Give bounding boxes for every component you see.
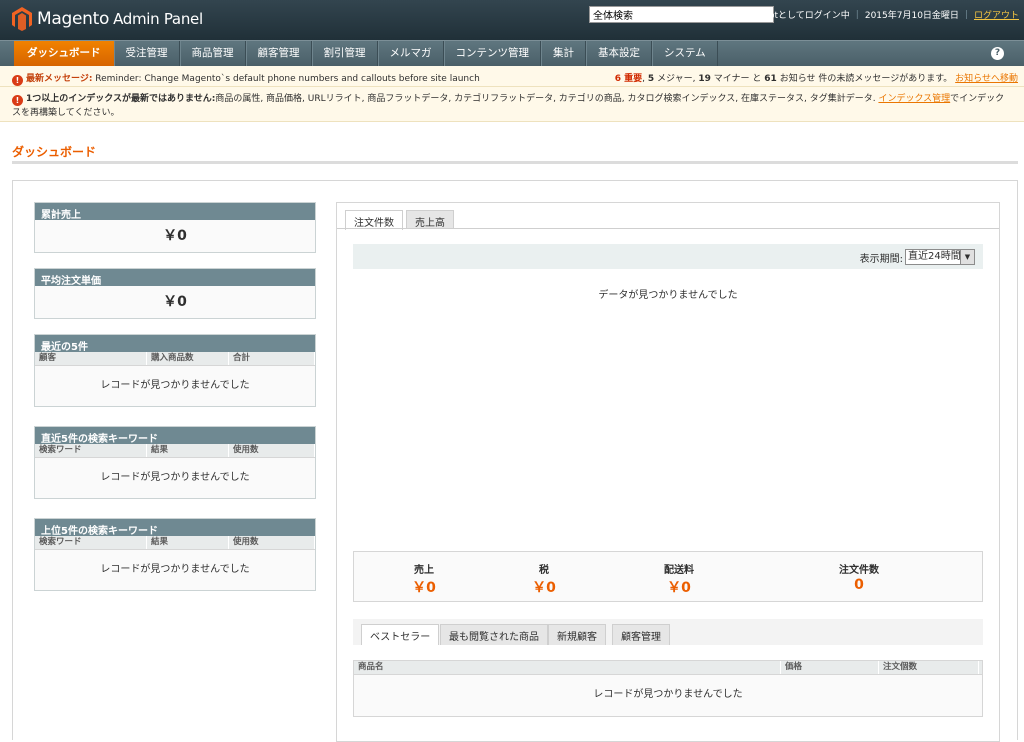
page-title: ダッシュボード (12, 145, 97, 159)
divider (337, 228, 999, 229)
magento-logo[interactable]: Magento Admin Panel (12, 7, 203, 31)
range-bar: 表示期間: 直近24時間 ▼ (353, 244, 983, 269)
total-label: 配送料 (664, 565, 694, 576)
top-search-terms-widget: 上位5件の検索キーワード 検索ワード 結果 使用数 レコードが見つかりませんでし… (34, 518, 316, 591)
column-header[interactable]: 使用数 (229, 536, 315, 549)
last-search-terms-widget: 直近5件の検索キーワード 検索ワード 結果 使用数 レコードが見つかりませんでし… (34, 426, 316, 499)
total-value: ￥0 (667, 580, 691, 596)
average-order-value: ￥0 (163, 294, 187, 310)
tab-most-viewed[interactable]: 最も閲覧された商品 (440, 624, 548, 645)
index-message-text: 商品の属性, 商品価格, URLリライト, 商品フラットデータ, カテゴリフラッ… (215, 94, 876, 104)
tab-bestsellers[interactable]: ベストセラー (361, 624, 440, 645)
widget-title: 上位5件の検索キーワード (35, 519, 315, 537)
column-header[interactable]: 顧客 (35, 352, 147, 365)
column-header[interactable]: 検索ワード (35, 536, 147, 549)
widget-title: 直近5件の検索キーワード (35, 427, 315, 445)
empty-message: レコードが見つかりませんでした (100, 564, 250, 575)
tab-new-customers[interactable]: 新規顧客 (548, 624, 606, 645)
index-message-bar: ! 1つ以上のインデックスが最新ではありません:商品の属性, 商品価格, URLリ… (0, 87, 1024, 122)
alert-icon: ! (12, 75, 23, 86)
logo-text: Magento Admin Panel (37, 9, 203, 29)
no-data-message: データが見つかりませんでした (598, 290, 738, 301)
divider (12, 161, 1018, 164)
nav-newsletter[interactable]: メルマガ (377, 41, 444, 66)
column-header[interactable]: 合計 (229, 352, 315, 365)
help-icon[interactable]: ? (991, 47, 1004, 60)
current-date: 2015年7月10日金曜日 (864, 11, 959, 21)
tab-amounts[interactable]: 売上高 (406, 210, 454, 229)
total-value: ￥0 (532, 580, 556, 596)
chevron-down-icon: ▼ (960, 250, 974, 264)
grid-header: 検索ワード 結果 使用数 (35, 536, 315, 550)
range-select-value: 直近24時間 (908, 251, 961, 262)
column-header[interactable]: 結果 (147, 536, 229, 549)
nav-dashboard[interactable]: ダッシュボード (14, 41, 114, 66)
chart-tabs: 注文件数 売上高 (345, 210, 454, 230)
total-label: 税 (539, 565, 549, 576)
latest-message-bar: ! 最新メッセージ: Reminder: Change Magento`s def… (0, 66, 1024, 87)
grid-header: 顧客 購入商品数 合計 (35, 352, 315, 366)
column-header[interactable]: 価格 (781, 661, 879, 674)
nav-system[interactable]: システム (652, 41, 718, 66)
column-header[interactable]: 使用数 (229, 444, 315, 457)
totals-bar: 売上 ￥0 税 ￥0 配送料 ￥0 注文件数 0 (353, 551, 983, 602)
header-user-info: rootとしてログイン中 | 2015年7月10日金曜日 | ログアウト (760, 8, 1019, 22)
global-search-input[interactable] (589, 6, 774, 23)
grid-header: 検索ワード 結果 使用数 (35, 444, 315, 458)
index-message-label: 1つ以上のインデックスが最新ではありません: (26, 94, 216, 104)
nav-cms[interactable]: コンテンツ管理 (443, 41, 541, 66)
index-management-link[interactable]: インデックス管理 (878, 94, 950, 104)
chart-panel: 注文件数 売上高 表示期間: 直近24時間 ▼ データが見つかりませんでした 売… (336, 202, 1000, 742)
latest-message-text: Reminder: Change Magento`s default phone… (95, 74, 480, 84)
column-header[interactable]: 検索ワード (35, 444, 147, 457)
widget-title: 累計売上 (35, 203, 315, 221)
lifetime-sales-widget: 累計売上 ￥0 (34, 202, 316, 253)
grid-tabs: ベストセラー 最も閲覧された商品 新規顧客 顧客管理 (353, 619, 983, 645)
total-quantity: 注文件数 0 (824, 561, 894, 593)
latest-message-label: 最新メッセージ: (26, 74, 93, 84)
tab-orders[interactable]: 注文件数 (345, 210, 403, 230)
column-header[interactable]: 結果 (147, 444, 229, 457)
message-counts: 6 重要, 5 メジャー, 19 マイナー と 61 お知らせ 件の未読メッセー… (614, 74, 1018, 84)
column-header[interactable]: 購入商品数 (147, 352, 229, 365)
range-select[interactable]: 直近24時間 ▼ (905, 249, 975, 265)
total-value: ￥0 (412, 580, 436, 596)
total-label: 売上 (414, 565, 434, 576)
dashboard-container: 累計売上 ￥0 平均注文単価 ￥0 最近の5件 顧客 購入商品数 合計 レコード… (12, 180, 1018, 742)
total-tax: 税 ￥0 (509, 561, 579, 597)
nav-sales[interactable]: 受注管理 (113, 41, 180, 66)
main-nav: ダッシュボード 受注管理 商品管理 顧客管理 割引管理 メルマガ コンテンツ管理… (0, 40, 1024, 66)
grid-header: 商品名 価格 注文個数 (354, 661, 982, 675)
last-orders-widget: 最近の5件 顧客 購入商品数 合計 レコードが見つかりませんでした (34, 334, 316, 407)
empty-message: レコードが見つかりませんでした (100, 472, 250, 483)
widget-title: 最近の5件 (35, 335, 315, 353)
tab-customers[interactable]: 顧客管理 (612, 624, 670, 645)
nav-catalog[interactable]: 商品管理 (179, 41, 246, 66)
total-label: 注文件数 (839, 565, 879, 576)
lifetime-sales-value: ￥0 (163, 228, 187, 244)
range-label: 表示期間: (859, 254, 903, 265)
nav-settings[interactable]: 基本設定 (586, 41, 652, 66)
logout-link[interactable]: ログアウト (974, 8, 1019, 21)
alert-icon: ! (12, 95, 23, 106)
total-shipping: 配送料 ￥0 (644, 561, 714, 597)
column-header[interactable]: 商品名 (354, 661, 781, 674)
nav-promotions[interactable]: 割引管理 (311, 41, 378, 66)
magento-logo-icon (12, 7, 32, 31)
header: MagentoAdmin Panel rootとしてログイン中 | 2015年7… (0, 0, 1024, 40)
nav-customers[interactable]: 顧客管理 (245, 41, 312, 66)
widget-title: 平均注文単価 (35, 269, 315, 287)
empty-message: レコードが見つかりませんでした (593, 689, 743, 700)
bestsellers-grid: 商品名 価格 注文個数 レコードが見つかりませんでした (353, 660, 983, 717)
notifications-link[interactable]: お知らせへ移動 (955, 74, 1018, 84)
average-order-widget: 平均注文単価 ￥0 (34, 268, 316, 319)
nav-reports[interactable]: 集計 (541, 41, 586, 66)
total-revenue: 売上 ￥0 (389, 561, 459, 597)
total-value: 0 (854, 577, 864, 593)
login-info: rootとしてログイン中 (760, 11, 850, 21)
column-header[interactable]: 注文個数 (879, 661, 979, 674)
empty-message: レコードが見つかりませんでした (100, 380, 250, 391)
